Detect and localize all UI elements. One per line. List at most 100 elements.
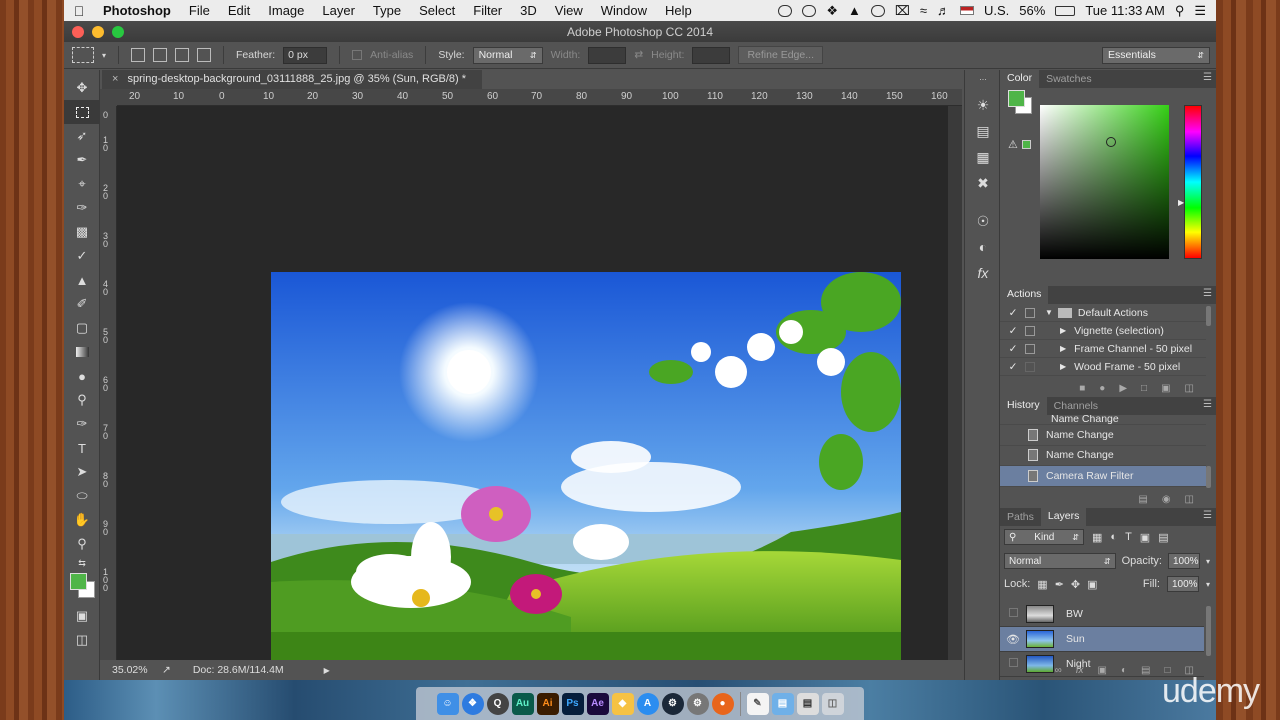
history-state[interactable]: Name Change — [1000, 425, 1206, 446]
zoom-window-button[interactable] — [112, 25, 124, 38]
actions-scrollbar[interactable] — [1206, 306, 1211, 326]
flag-icon[interactable] — [959, 6, 974, 15]
dialog-toggle[interactable] — [1025, 343, 1035, 354]
tools-preset-icon[interactable]: ✖ — [965, 170, 1001, 196]
menu-photoshop[interactable]: Photoshop — [94, 3, 180, 18]
action-check-icon[interactable]: ✓ — [1006, 361, 1020, 373]
panel-menu-icon[interactable]: ☰ — [1203, 399, 1212, 410]
battery-percent[interactable]: 56% — [1019, 3, 1045, 18]
wifi-icon[interactable]: ≈ — [920, 3, 927, 18]
menu-layer[interactable]: Layer — [313, 3, 364, 18]
close-window-button[interactable] — [72, 25, 84, 38]
intersect-selection-icon[interactable] — [197, 48, 212, 62]
quicktime-icon[interactable]: Q — [486, 692, 509, 715]
layer-row[interactable]: BW — [1000, 602, 1204, 627]
notification-center-icon[interactable]: ☰ — [1194, 3, 1206, 19]
fill-input[interactable]: 100% — [1166, 576, 1199, 592]
type-tool-icon[interactable]: T — [64, 436, 100, 460]
trash-icon[interactable]: ◫ — [821, 692, 844, 715]
panel-fg-swatch[interactable] — [1008, 90, 1025, 107]
brush-tool-icon[interactable]: ✓ — [64, 244, 100, 268]
color-swatches[interactable] — [64, 570, 100, 604]
status-menu-icon[interactable]: ▶ — [324, 666, 330, 675]
bluetooth-icon[interactable]: ⌧ — [895, 3, 910, 19]
action-row[interactable]: ✓ ▶ Wood Frame - 50 pixel — [1000, 358, 1206, 376]
add-selection-icon[interactable] — [153, 48, 168, 62]
dialog-toggle[interactable] — [1025, 307, 1035, 318]
canvas-pasteboard[interactable] — [117, 106, 962, 666]
crop-tool-icon[interactable]: ⌖ — [64, 172, 100, 196]
menu-window[interactable]: Window — [592, 3, 656, 18]
layer-name[interactable]: Sun — [1066, 633, 1085, 645]
filter-smart-icon[interactable]: ▤ — [1158, 531, 1168, 544]
tab-actions[interactable]: Actions — [1000, 286, 1049, 304]
menu-view[interactable]: View — [546, 3, 592, 18]
camera-snapshot-icon[interactable]: ◉ — [1162, 494, 1171, 505]
firefox-icon[interactable]: ● — [711, 692, 734, 715]
history-brush-tool-icon[interactable]: ✐ — [64, 292, 100, 316]
eyedropper-tool-icon[interactable]: ✑ — [64, 196, 100, 220]
spotlight-icon[interactable]: ⚲ — [1175, 3, 1185, 19]
lasso-tool-icon[interactable]: ➶ — [64, 124, 100, 148]
vertical-ruler[interactable]: 0 1 0 2 0 3 0 4 0 5 0 6 0 7 0 8 0 9 0 1 … — [100, 106, 117, 660]
filter-pixel-icon[interactable]: ▦ — [1092, 531, 1102, 544]
filter-adjustment-icon[interactable]: ◐ — [1110, 531, 1117, 543]
gamut-swatch[interactable] — [1022, 140, 1031, 149]
fx-icon[interactable]: fx — [1076, 665, 1084, 676]
ellipse-tool-icon[interactable]: ⬭ — [64, 484, 100, 508]
tab-history[interactable]: History — [1000, 397, 1047, 415]
panel-menu-icon[interactable]: ☰ — [1203, 288, 1212, 299]
document-tab[interactable]: × spring-desktop-background_03111888_25.… — [102, 70, 482, 89]
action-check-icon[interactable]: ✓ — [1006, 343, 1020, 355]
eye-icon[interactable]: 👁 — [1000, 633, 1026, 646]
blend-mode-select[interactable]: Normal ⇵ — [1004, 553, 1116, 569]
add-mask-icon[interactable]: ▣ — [1098, 665, 1107, 676]
stop-icon[interactable]: ■ — [1079, 383, 1085, 394]
illustrator-icon[interactable]: Ai — [536, 692, 559, 715]
fill-dropdown-icon[interactable]: ▾ — [1206, 580, 1210, 589]
keynote-icon[interactable]: ▤ — [796, 692, 819, 715]
tab-swatches[interactable]: Swatches — [1039, 71, 1099, 87]
tab-layers[interactable]: Layers — [1040, 508, 1087, 526]
screen-mode-icon[interactable]: ◫ — [64, 628, 100, 652]
audition-icon[interactable]: Au — [511, 692, 534, 715]
canvas-vertical-scrollbar[interactable] — [948, 106, 962, 660]
system-preferences-icon[interactable]: ⚙ — [686, 692, 709, 715]
tab-channels[interactable]: Channels — [1047, 398, 1105, 414]
layer-filter-select[interactable]: ⚲ Kind ⇵ — [1004, 529, 1084, 545]
folder-icon[interactable]: ▤ — [771, 692, 794, 715]
action-check-icon[interactable]: ✓ — [1006, 307, 1020, 319]
steam-icon[interactable]: ⚙ — [661, 692, 684, 715]
collapsed-triangle-icon[interactable]: ▶ — [1060, 344, 1066, 353]
menu-file[interactable]: File — [180, 3, 219, 18]
share-icon[interactable]: ↗ — [162, 664, 171, 676]
adjustment-layer-icon[interactable]: ◐ — [1121, 665, 1127, 676]
saturation-value-field[interactable] — [1040, 105, 1169, 259]
trash-icon[interactable]: ◫ — [1185, 383, 1194, 394]
play-icon[interactable]: ▶ — [1119, 383, 1127, 394]
path-selection-tool-icon[interactable]: ➤ — [64, 460, 100, 484]
new-selection-icon[interactable] — [131, 48, 146, 62]
new-action-icon[interactable]: ▣ — [1161, 383, 1170, 394]
close-tab-icon[interactable]: × — [112, 73, 118, 85]
battery-icon[interactable] — [1055, 5, 1076, 16]
cc-libraries-icon[interactable]: ☉ — [965, 208, 1001, 234]
textedit-icon[interactable]: ✎ — [746, 692, 769, 715]
zoom-level[interactable]: 35.02% — [112, 664, 156, 676]
refine-edge-button[interactable]: Refine Edge... — [738, 46, 823, 64]
document-image[interactable] — [271, 272, 901, 666]
link-layers-icon[interactable]: ∞ — [1055, 665, 1062, 676]
blur-tool-icon[interactable]: ● — [64, 364, 100, 388]
preset-dropdown-icon[interactable]: ▾ — [102, 51, 106, 60]
marquee-preset-icon[interactable] — [72, 47, 94, 63]
clone-stamp-tool-icon[interactable]: ▲ — [64, 268, 100, 292]
dropbox-icon[interactable]: ❖ — [826, 3, 838, 19]
eraser-tool-icon[interactable]: ▢ — [64, 316, 100, 340]
record-icon[interactable] — [778, 4, 793, 17]
menu-select[interactable]: Select — [410, 3, 464, 18]
workspace-select[interactable]: Essentials ⇵ — [1102, 46, 1210, 64]
panel-grip-icon[interactable]: … — [965, 70, 1001, 84]
antialias-checkbox[interactable] — [352, 50, 363, 60]
move-tool-icon[interactable]: ✥ — [64, 76, 100, 100]
lock-all-icon[interactable]: ▣ — [1087, 578, 1097, 591]
